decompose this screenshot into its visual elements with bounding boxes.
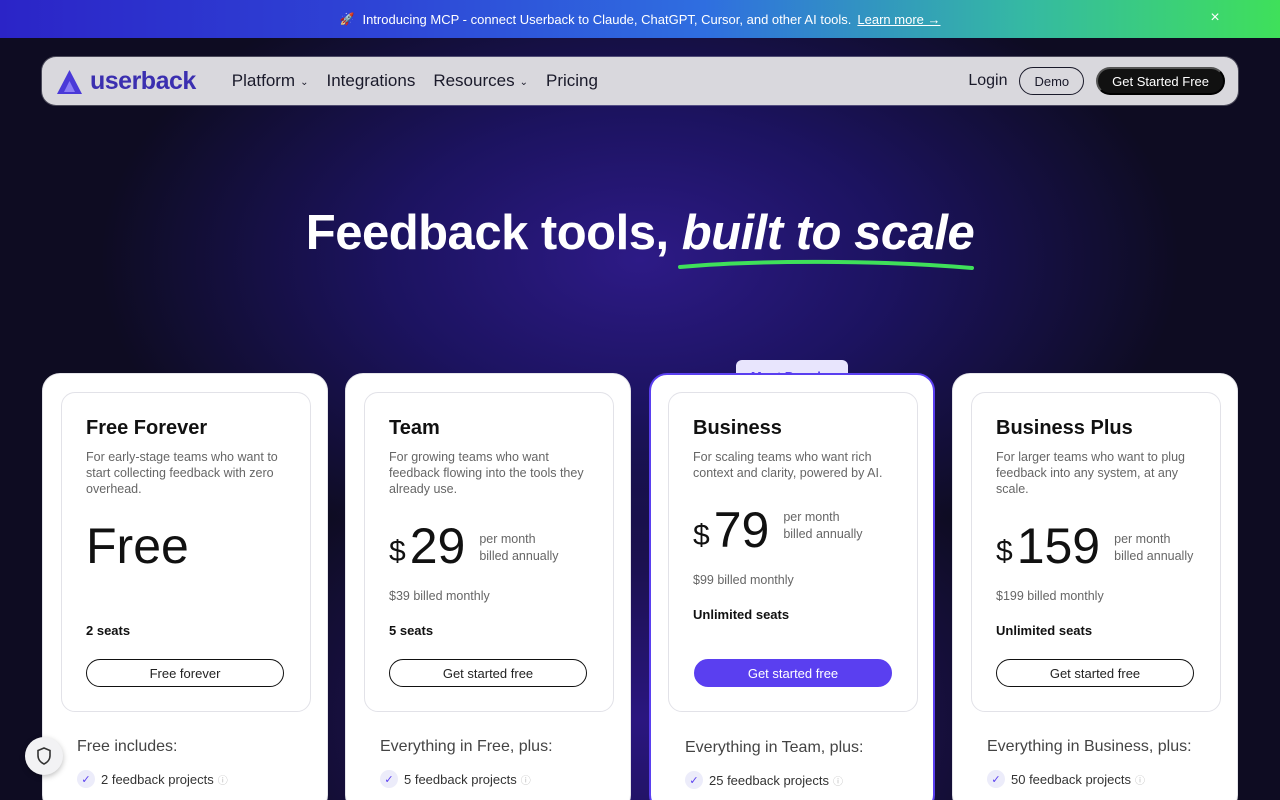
learn-more-link[interactable]: Learn more → xyxy=(857,12,940,27)
plan-card-team: Team For growing teams who want feedback… xyxy=(345,373,631,800)
plan-name: Business Plus xyxy=(996,417,1133,439)
plan-price: 159 xyxy=(1016,518,1101,574)
navbar: userback Platform ⌄ Integrations Resourc… xyxy=(42,57,1238,105)
free-forever-button[interactable]: Free forever xyxy=(86,659,284,687)
monthly-price: $99 billed monthly xyxy=(693,573,794,587)
nav-item-platform[interactable]: Platform ⌄ xyxy=(232,71,309,91)
price-per: per month xyxy=(479,532,536,546)
shield-icon xyxy=(37,747,51,765)
check-icon: ✓ xyxy=(77,770,95,788)
demo-button[interactable]: Demo xyxy=(1019,67,1085,95)
plan-description: For growing teams who want feedback flow… xyxy=(389,450,584,496)
plan-summary: Business For scaling teams who want rich… xyxy=(668,392,918,712)
price-currency: $ xyxy=(693,519,710,552)
price-currency: $ xyxy=(389,535,406,568)
plan-price: 79 xyxy=(713,502,770,558)
get-started-free-button[interactable]: Get started free xyxy=(389,659,587,687)
hero-title: Feedback tools, built to scale xyxy=(0,205,1280,261)
nav-item-resources[interactable]: Resources ⌄ xyxy=(433,71,528,91)
feature-label: 50 feedback projects xyxy=(1011,771,1131,787)
nav-item-label: Resources xyxy=(433,71,515,90)
nav-actions: Login Demo Get Started Free xyxy=(968,67,1225,95)
main-menu: Platform ⌄ Integrations Resources ⌄ Pric… xyxy=(232,71,598,91)
price-period: per month billed annually xyxy=(479,531,558,565)
plan-summary: Free Forever For early-stage teams who w… xyxy=(61,392,311,712)
info-icon[interactable]: ⓘ xyxy=(218,772,228,787)
price-billed: billed annually xyxy=(783,527,863,541)
plan-card-business-plus: Business Plus For larger teams who want … xyxy=(952,373,1238,800)
nav-item-pricing[interactable]: Pricing xyxy=(546,71,598,91)
plan-price: 29 xyxy=(409,518,466,574)
plan-card-business: Business For scaling teams who want rich… xyxy=(649,373,935,800)
feature-item: ✓ 2 feedback projects ⓘ xyxy=(77,770,228,788)
plan-description: For larger teams who want to plug feedba… xyxy=(996,450,1185,496)
nav-item-label: Integrations xyxy=(326,71,416,90)
monthly-price: $199 billed monthly xyxy=(996,589,1104,603)
price-row: $ 29 per month billed annually xyxy=(389,521,589,577)
nav-item-integrations[interactable]: Integrations xyxy=(326,71,415,91)
includes-heading: Everything in Free, plus: xyxy=(380,738,553,755)
check-icon: ✓ xyxy=(380,770,398,788)
rocket-icon: 🚀 xyxy=(339,12,355,26)
hero-underline-decoration xyxy=(678,259,974,270)
plan-description: For early-stage teams who want to start … xyxy=(86,450,278,496)
get-started-free-button[interactable]: Get Started Free xyxy=(1096,67,1225,95)
login-link[interactable]: Login xyxy=(968,72,1007,90)
plan-seats: Unlimited seats xyxy=(693,607,790,622)
get-started-free-button[interactable]: Get started free xyxy=(996,659,1194,687)
price-row: Free xyxy=(86,521,286,577)
price-period: per month billed annually xyxy=(783,509,862,543)
feature-label: 5 feedback projects xyxy=(404,771,517,787)
price-billed: billed annually xyxy=(479,549,559,563)
plan-name: Business xyxy=(693,417,782,439)
chevron-down-icon: ⌄ xyxy=(300,76,309,88)
price-row: $ 79 per month billed annually xyxy=(693,505,893,561)
hero-title-italic: built to scale xyxy=(681,206,975,260)
price-period: per month billed annually xyxy=(1114,531,1193,565)
price-row: $ 159 per month billed annually xyxy=(996,521,1196,577)
announcement-bar: 🚀 Introducing MCP - connect Userback to … xyxy=(0,0,1280,38)
price-per: per month xyxy=(1114,532,1171,546)
feature-item: ✓ 50 feedback projects ⓘ xyxy=(987,770,1145,788)
announcement-text: Introducing MCP - connect Userback to Cl… xyxy=(362,11,852,27)
nav-item-label: Pricing xyxy=(545,71,598,90)
plan-summary: Business Plus For larger teams who want … xyxy=(971,392,1221,712)
plan-seats: Unlimited seats xyxy=(996,623,1093,638)
get-started-free-button[interactable]: Get started free xyxy=(694,659,892,687)
feature-item: ✓ 5 feedback projects ⓘ xyxy=(380,770,531,788)
logo[interactable]: userback xyxy=(55,67,196,96)
includes-heading: Everything in Business, plus: xyxy=(987,738,1192,755)
close-icon[interactable]: × xyxy=(1208,10,1222,26)
privacy-shield-button[interactable] xyxy=(25,737,63,775)
plan-description: For scaling teams who want rich context … xyxy=(693,450,883,480)
feature-item: ✓ 25 feedback projects ⓘ xyxy=(685,771,843,789)
feature-label: 2 feedback projects xyxy=(101,771,214,787)
check-icon: ✓ xyxy=(685,771,703,789)
price-billed: billed annually xyxy=(1114,549,1194,563)
includes-heading: Everything in Team, plus: xyxy=(685,739,864,756)
chevron-down-icon: ⌄ xyxy=(519,76,528,88)
price-currency: $ xyxy=(996,535,1013,568)
info-icon[interactable]: ⓘ xyxy=(1135,772,1145,787)
info-icon[interactable]: ⓘ xyxy=(833,773,843,788)
monthly-price: $39 billed monthly xyxy=(389,589,490,603)
userback-logo-icon xyxy=(57,69,82,94)
plan-seats: 2 seats xyxy=(86,623,131,638)
plan-price: Free xyxy=(86,518,189,574)
info-icon[interactable]: ⓘ xyxy=(521,772,531,787)
includes-heading: Free includes: xyxy=(77,738,178,755)
hero-title-plain: Feedback tools, xyxy=(305,206,682,260)
plan-summary: Team For growing teams who want feedback… xyxy=(364,392,614,712)
plan-card-free: Free Forever For early-stage teams who w… xyxy=(42,373,328,800)
nav-item-label: Platform xyxy=(231,71,296,90)
check-icon: ✓ xyxy=(987,770,1005,788)
plan-name: Free Forever xyxy=(86,417,208,439)
price-per: per month xyxy=(783,510,840,524)
plan-seats: 5 seats xyxy=(389,623,434,638)
logo-text: userback xyxy=(90,66,196,95)
feature-label: 25 feedback projects xyxy=(709,772,829,788)
plan-name: Team xyxy=(389,417,440,439)
